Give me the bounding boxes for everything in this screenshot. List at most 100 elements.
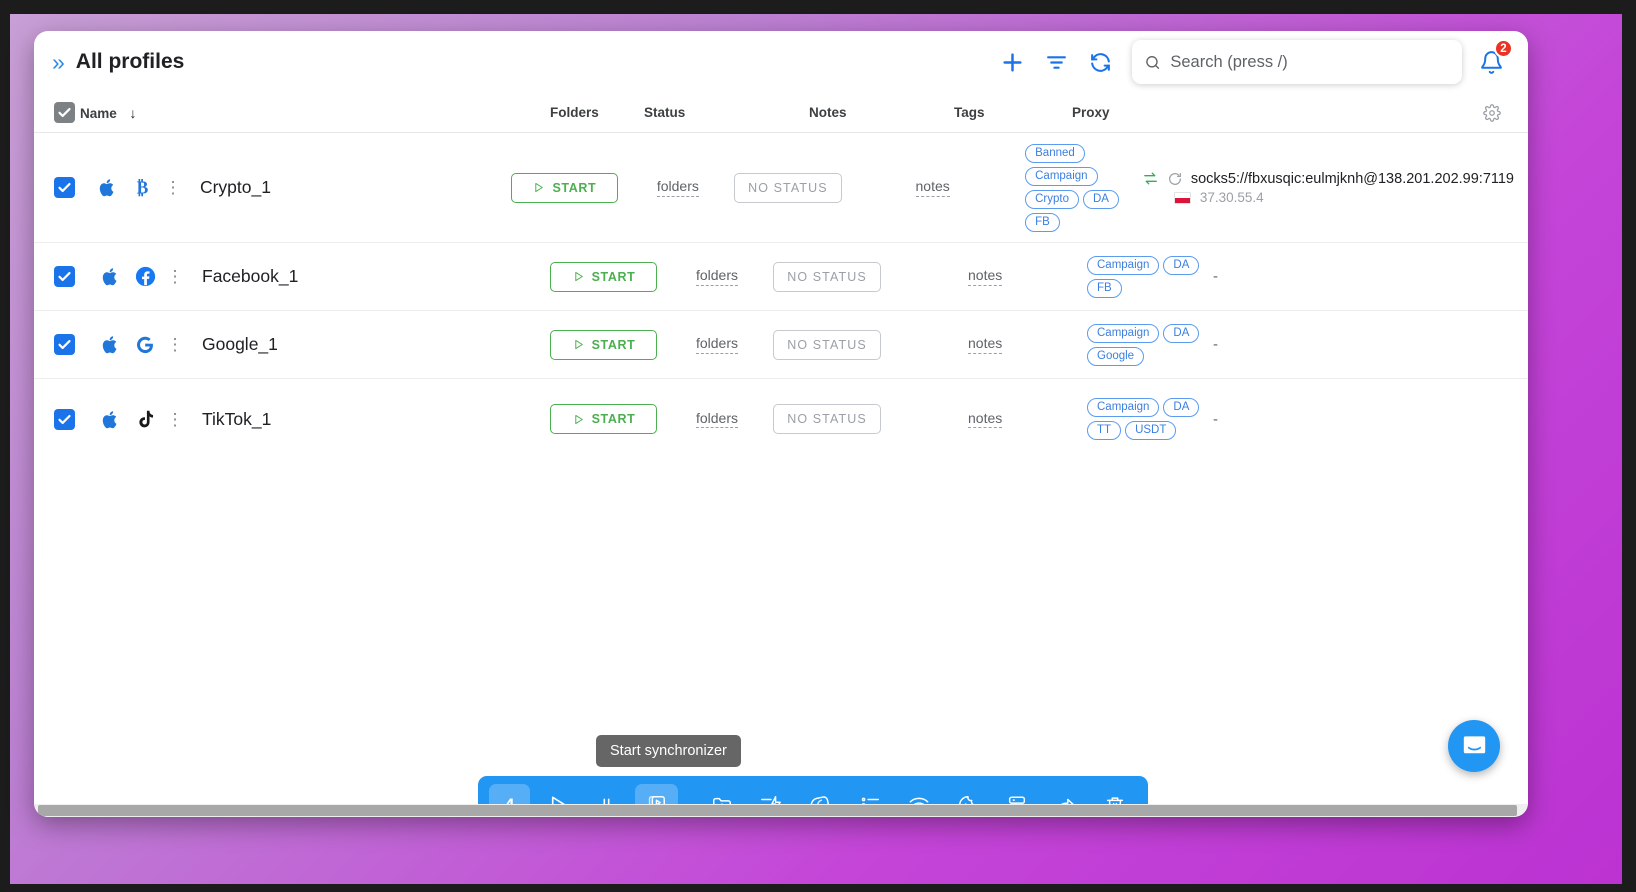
svg-text:₿: ₿ [137,178,149,198]
column-header-folders[interactable]: Folders [550,105,644,120]
search-icon [1146,55,1160,69]
tiktok-icon [130,409,160,430]
row-checkbox[interactable] [54,177,75,198]
row-checkbox[interactable] [54,266,75,287]
tag-chip[interactable]: Crypto [1025,189,1079,209]
row-checkbox[interactable] [54,408,75,430]
search-input[interactable] [1170,52,1450,72]
tags-cell: Banned Campaign Crypto DA FB [1025,143,1134,232]
apple-icon [94,266,126,287]
start-label: START [591,412,636,426]
folders-link[interactable]: folders [656,178,699,197]
tooltip: Start synchronizer [596,735,741,767]
apple-icon [92,177,124,198]
profiles-table-body: ₿ ⋮ Crypto_1 START folders NO STATUS not… [34,133,1528,817]
tag-chip[interactable]: Campaign [1087,255,1160,275]
table-row[interactable]: ⋮ Google_1 START folders NO STATUS notes… [34,311,1528,379]
select-all-checkbox[interactable] [54,102,75,123]
status-badge[interactable]: NO STATUS [773,329,881,360]
folders-link[interactable]: folders [695,267,739,286]
app-window: » All profiles 2 [34,31,1528,817]
proxy-url[interactable]: socks5://fbxusqic:eulmjknh@138.201.202.9… [1191,171,1514,187]
column-header-proxy[interactable]: Proxy [1072,105,1470,120]
row-select-cell[interactable] [34,177,78,198]
column-header-status[interactable]: Status [644,105,809,120]
tag-chip[interactable]: TT [1087,421,1122,440]
tag-chip[interactable]: USDT [1125,421,1177,440]
tags-cell: Campaign DA FB [1087,255,1205,298]
add-profile-button[interactable] [990,40,1034,84]
apple-icon [94,334,126,355]
poland-flag-icon [1173,191,1191,204]
facebook-icon [130,266,160,287]
status-badge[interactable]: NO STATUS [773,261,881,292]
notes-link[interactable]: notes [968,335,1003,354]
bitcoin-icon: ₿ [128,177,158,198]
app-header: » All profiles 2 [34,31,1528,93]
start-button[interactable]: START [550,404,657,434]
tag-chip[interactable]: DA [1163,398,1200,417]
tag-chip[interactable]: Campaign [1087,323,1160,343]
status-badge[interactable]: NO STATUS [773,404,881,434]
filter-button[interactable] [1034,40,1078,84]
intercom-chat-icon [1463,735,1485,753]
google-icon [130,334,160,356]
table-header: Name ↓ Folders Status Notes Tags Proxy [34,93,1528,133]
profile-name: Google_1 [202,334,278,354]
table-row[interactable]: ⋮ TikTok_1 START folders NO STATUS notes… [34,379,1528,459]
proxy-cell: socks5://fbxusqic:eulmjknh@138.201.202.9… [1134,170,1514,205]
column-header-tags[interactable]: Tags [954,105,1072,120]
row-select-cell[interactable] [34,408,80,430]
start-button[interactable]: START [550,329,657,360]
status-badge[interactable]: NO STATUS [733,172,842,203]
column-label-name: Name [80,105,117,121]
tags-cell: Campaign DA TT USDT [1087,398,1205,440]
swap-icon[interactable] [1142,170,1159,187]
start-button[interactable]: START [550,261,657,292]
folders-link[interactable]: folders [695,410,739,429]
tag-chip[interactable]: FB [1087,278,1122,298]
tag-chip[interactable]: Banned [1025,143,1085,163]
start-label: START [552,180,597,195]
refresh-small-icon[interactable] [1167,171,1183,187]
kebab-menu-icon[interactable]: ⋮ [160,411,190,428]
refresh-button[interactable] [1078,40,1122,84]
tag-chip[interactable]: DA [1163,323,1200,343]
kebab-menu-icon[interactable]: ⋮ [158,179,188,196]
table-row[interactable]: ₿ ⋮ Crypto_1 START folders NO STATUS not… [34,133,1528,243]
tag-chip[interactable]: DA [1083,189,1119,209]
page-title: All profiles [75,50,185,73]
tag-chip[interactable]: DA [1163,255,1200,275]
notes-link[interactable]: notes [968,410,1003,429]
intercom-chat-button[interactable] [1448,720,1500,772]
scrollbar-thumb[interactable] [38,805,1517,816]
search-box[interactable] [1132,40,1462,84]
tag-chip[interactable]: FB [1025,212,1060,232]
select-all-cell[interactable] [34,102,80,123]
tag-chip[interactable]: Campaign [1025,166,1098,186]
horizontal-scrollbar[interactable] [34,804,1528,817]
start-button[interactable]: START [510,172,618,203]
tag-chip[interactable]: Google [1087,346,1145,366]
chevrons-right-icon[interactable]: » [52,50,65,74]
proxy-empty: - [1213,410,1218,428]
apple-icon [94,409,126,430]
tag-chip[interactable]: Campaign [1087,398,1160,417]
sort-desc-icon[interactable]: ↓ [130,105,137,121]
profile-name: Facebook_1 [202,266,299,286]
row-checkbox[interactable] [54,334,75,355]
gear-icon[interactable] [1470,103,1514,122]
start-label: START [591,269,636,284]
notifications-button[interactable]: 2 [1470,39,1513,83]
notes-link[interactable]: notes [968,267,1003,286]
kebab-menu-icon[interactable]: ⋮ [160,268,190,285]
column-header-name[interactable]: Name ↓ [80,105,550,121]
row-select-cell[interactable] [34,266,80,287]
row-select-cell[interactable] [34,334,80,355]
notes-link[interactable]: notes [915,178,950,197]
kebab-menu-icon[interactable]: ⋮ [160,336,190,353]
proxy-empty: - [1213,336,1218,353]
column-header-notes[interactable]: Notes [809,105,954,120]
table-row[interactable]: ⋮ Facebook_1 START folders NO STATUS not… [34,243,1528,311]
folders-link[interactable]: folders [695,335,739,354]
